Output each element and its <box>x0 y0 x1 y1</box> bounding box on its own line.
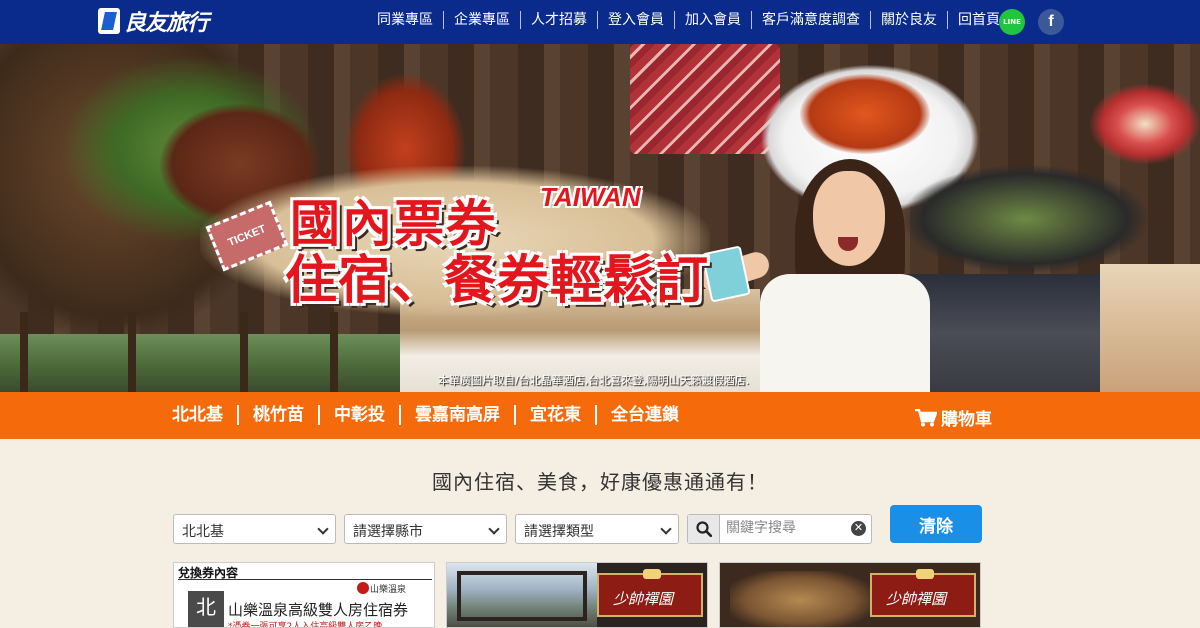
nav-member-login[interactable]: 登入會員 <box>598 11 675 29</box>
clear-search-icon[interactable]: ✕ <box>851 521 866 536</box>
chevron-down-icon <box>488 523 500 535</box>
line-icon[interactable]: LINE <box>999 9 1025 35</box>
restaurant-name: 少帥禪園 <box>613 590 674 608</box>
hero-headline-taiwan: TAIWAN <box>540 182 641 212</box>
garden-post <box>240 312 248 392</box>
nav-join-member[interactable]: 加入會員 <box>675 11 752 29</box>
nav-about[interactable]: 關於良友 <box>871 11 948 29</box>
product-card[interactable]: 少帥禪園 <box>446 562 708 628</box>
restaurant-name: 少帥禪園 <box>886 590 947 608</box>
region-tab-taipei[interactable]: 北北基 <box>172 405 239 425</box>
city-select-value: 請選擇縣市 <box>353 524 423 540</box>
garden-post <box>20 312 28 392</box>
region-tab-east[interactable]: 宜花東 <box>516 405 597 425</box>
nav-agency-zone[interactable]: 同業專區 <box>367 11 444 29</box>
search-box: ✕ <box>687 514 872 544</box>
nav-corporate-zone[interactable]: 企業專區 <box>444 11 521 29</box>
hotel-room-image <box>1100 264 1200 392</box>
card-title: 山樂溫泉高級雙人房住宿券 <box>228 601 409 619</box>
divider <box>178 579 432 580</box>
region-select-value: 北北基 <box>182 524 224 540</box>
city-badge: 北 <box>188 591 224 627</box>
card-brand: 山樂溫泉 <box>370 585 407 595</box>
lobster-plate-image <box>800 74 930 154</box>
nav-satisfaction-survey[interactable]: 客戶滿意度調查 <box>752 11 871 29</box>
region-tab-taichung[interactable]: 中彰投 <box>320 405 401 425</box>
city-select[interactable]: 請選擇縣市 <box>344 514 507 544</box>
sign-badge-icon <box>916 569 934 579</box>
type-select-value: 請選擇類型 <box>524 524 594 540</box>
ticket-label: TICKET <box>226 222 268 250</box>
search-icon <box>695 521 712 537</box>
product-card[interactable]: 兌換券內容 山樂溫泉 北 山樂溫泉高級雙人房住宿券 *憑券一張可享2人入住高級雙… <box>173 562 435 628</box>
brand-logo-icon <box>357 582 369 594</box>
garden-post <box>330 312 338 392</box>
cart-button[interactable]: 購物車 <box>915 405 992 430</box>
top-nav-links: 同業專區 企業專區 人才招募 登入會員 加入會員 客戶滿意度調查 關於良友 回首… <box>367 11 1010 29</box>
hero-headline-2: 住宿、餐券輕鬆訂 <box>285 251 710 311</box>
garden-image <box>0 334 420 392</box>
page-tagline: 國內住宿、美食，好康優惠通通有！ <box>432 470 768 494</box>
logo-icon <box>98 8 120 34</box>
restaurant-sign: 少帥禪園 <box>597 569 703 617</box>
garden-post <box>128 312 136 392</box>
clear-button[interactable]: 清除 <box>890 505 982 543</box>
region-select[interactable]: 北北基 <box>173 514 336 544</box>
nav-careers[interactable]: 人才招募 <box>521 11 598 29</box>
wagyu-beef-image <box>630 44 780 154</box>
search-button[interactable] <box>688 515 720 543</box>
cake-image <box>1090 84 1200 164</box>
chevron-down-icon <box>317 523 329 535</box>
product-card[interactable]: 少帥禪園 <box>719 562 981 628</box>
chevron-down-icon <box>660 523 672 535</box>
line-icon-label: LINE <box>1003 18 1021 26</box>
top-nav-bar: 良友旅行 同業專區 企業專區 人才招募 登入會員 加入會員 客戶滿意度調查 關於… <box>0 0 1200 44</box>
facebook-icon[interactable]: f <box>1038 9 1064 35</box>
window-frame <box>457 571 587 621</box>
search-input[interactable] <box>726 520 846 536</box>
sign-badge-icon <box>643 569 661 579</box>
card-note: *憑券一張可享2人入住高級雙人房乙晚 <box>228 622 383 628</box>
hero-banner[interactable]: TICKET 國內票券 TAIWAN 住宿、餐券輕鬆訂 本單廣圖片取自/台北晶華… <box>0 44 1200 392</box>
cart-label: 購物車 <box>941 410 992 430</box>
restaurant-sign: 少帥禪園 <box>870 569 976 617</box>
logo[interactable]: 良友旅行 <box>98 6 209 36</box>
facebook-icon-label: f <box>1048 13 1054 30</box>
region-nav-bar: 北北基 桃竹苗 中彰投 雲嘉南高屏 宜花東 全台連鎖 購物車 <box>0 392 1200 439</box>
photo-credit: 本單廣圖片取自/台北晶華酒店,台北喜來登,陽明山天籟渡假酒店. <box>438 374 750 387</box>
cart-icon <box>915 408 937 426</box>
type-select[interactable]: 請選擇類型 <box>515 514 679 544</box>
region-tab-chain[interactable]: 全台連鎖 <box>597 405 693 425</box>
model-image <box>697 159 940 392</box>
logo-text: 良友旅行 <box>124 11 209 36</box>
region-tab-taoyuan[interactable]: 桃竹苗 <box>239 405 320 425</box>
region-tabs: 北北基 桃竹苗 中彰投 雲嘉南高屏 宜花東 全台連鎖 <box>172 405 693 425</box>
region-tab-south[interactable]: 雲嘉南高屏 <box>401 405 516 425</box>
card-photo <box>730 571 870 627</box>
